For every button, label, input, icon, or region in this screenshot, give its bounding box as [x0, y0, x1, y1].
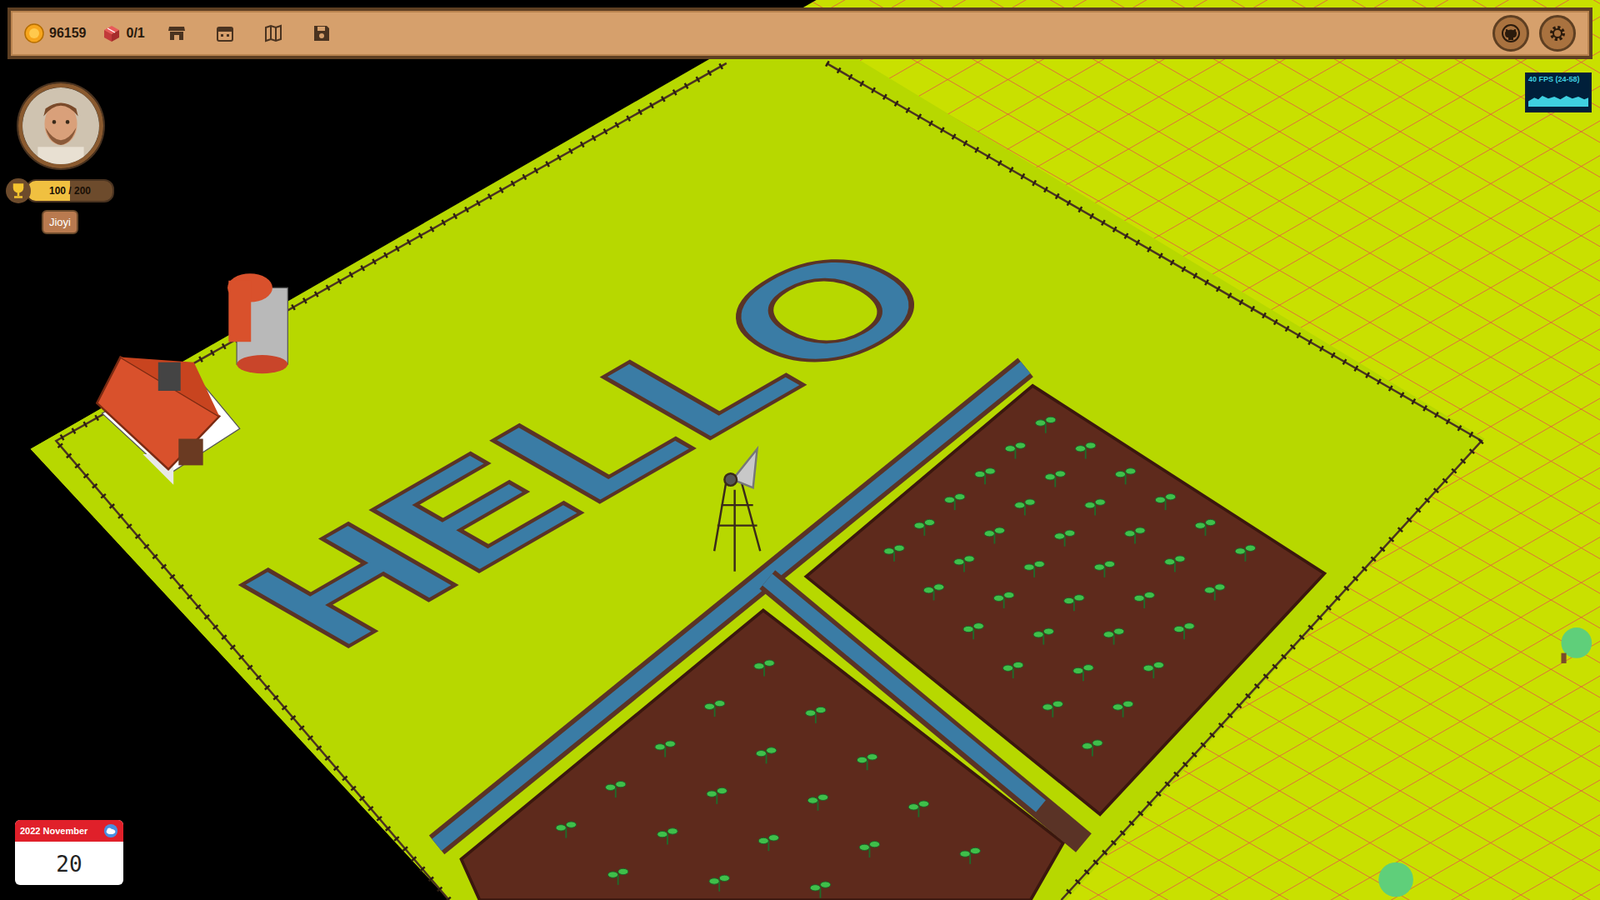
sprout[interactable] [1073, 665, 1094, 682]
game-screen: HELLO 96159 0/1 100 / 200 Jioyi 40 FPS (24-58… [0, 0, 1600, 900]
save-button[interactable] [305, 20, 339, 47]
sprout[interactable] [605, 780, 626, 798]
calendar-button[interactable] [208, 20, 242, 47]
sprout[interactable] [1045, 470, 1065, 488]
sprout[interactable] [1002, 661, 1023, 679]
calendar-day: 20 [15, 841, 124, 885]
sprout[interactable] [1054, 530, 1075, 547]
github-icon [1500, 23, 1521, 44]
sprout[interactable] [1082, 740, 1103, 757]
sprout[interactable] [1165, 555, 1185, 573]
sprout[interactable] [657, 828, 678, 845]
sprout[interactable] [1134, 591, 1155, 609]
save-icon [311, 23, 332, 44]
fence [55, 63, 1482, 900]
fps-graph [1528, 85, 1589, 107]
sprout[interactable] [1042, 700, 1063, 718]
sprout[interactable] [1125, 527, 1145, 545]
weather-icon [103, 823, 119, 839]
sprout[interactable] [709, 875, 730, 892]
tile-grid [0, 0, 1600, 900]
windmill[interactable] [714, 449, 760, 572]
coin-icon [24, 23, 45, 44]
silo[interactable] [227, 273, 288, 374]
sprout[interactable] [758, 835, 779, 852]
field-sign: HELLO [195, 220, 983, 673]
sprout[interactable] [755, 747, 776, 765]
sprout[interactable] [1195, 519, 1215, 536]
sprout[interactable] [963, 623, 984, 640]
sprout[interactable] [975, 468, 995, 485]
farm-map[interactable]: HELLO [0, 0, 1600, 900]
sprout[interactable] [923, 584, 944, 601]
sprout[interactable] [1094, 560, 1115, 578]
void [0, 0, 1600, 900]
sprout[interactable] [810, 881, 830, 899]
shop-icon [166, 23, 187, 44]
farmhouse[interactable] [96, 357, 240, 485]
sprout[interactable] [1235, 545, 1255, 562]
tree [1378, 862, 1414, 898]
shop-button[interactable] [160, 20, 194, 47]
sprout[interactable] [908, 800, 929, 818]
sprout[interactable] [1115, 468, 1135, 485]
farmer-portrait-icon [22, 87, 100, 165]
sprout[interactable] [856, 754, 877, 771]
crate-counter: 0/1 [101, 23, 145, 44]
date-widget[interactable]: 2022 November20 [15, 820, 124, 885]
sprout[interactable] [754, 660, 775, 677]
coin-counter: 96159 [24, 23, 87, 44]
farm-ground [30, 15, 1485, 900]
sprout[interactable] [993, 591, 1014, 609]
calendar-icon [215, 23, 235, 44]
sprout[interactable] [1085, 499, 1105, 516]
sprout[interactable] [1103, 628, 1124, 645]
sprout[interactable] [607, 868, 628, 885]
gear-icon [1547, 23, 1568, 44]
sprout[interactable] [1015, 499, 1035, 516]
sprout[interactable] [960, 847, 980, 865]
sprout[interactable] [1033, 628, 1054, 645]
map-icon [263, 23, 284, 44]
github-button[interactable] [1492, 15, 1530, 52]
sprout[interactable] [1143, 661, 1164, 679]
player-name: Jioyi [41, 210, 79, 235]
sprout[interactable] [1064, 595, 1085, 612]
sprout[interactable] [954, 555, 975, 573]
sprout[interactable] [1035, 416, 1056, 434]
map-button[interactable] [256, 20, 290, 47]
sprout[interactable] [984, 527, 1005, 545]
sprout[interactable] [1075, 442, 1095, 460]
sprout[interactable] [884, 545, 905, 562]
sprout[interactable] [1155, 494, 1175, 511]
player-avatar[interactable] [18, 83, 104, 169]
sprout[interactable] [859, 840, 880, 858]
sprout[interactable] [655, 740, 675, 758]
sprout[interactable] [914, 519, 935, 536]
tree [1560, 627, 1592, 664]
sprout[interactable] [1005, 442, 1025, 460]
outer-ground [30, 0, 1600, 900]
sprout[interactable] [944, 494, 965, 511]
sprout[interactable] [1174, 623, 1195, 640]
sprout[interactable] [706, 787, 727, 805]
top-bar: 96159 0/1 [7, 7, 1593, 60]
xp-bar: 100 / 200 [5, 178, 115, 204]
sprout[interactable] [807, 794, 828, 811]
sprout[interactable] [1112, 700, 1133, 718]
sprout[interactable] [1024, 560, 1045, 578]
fps-monitor: 40 FPS (24-58) [1525, 72, 1592, 113]
sprout[interactable] [555, 821, 576, 839]
sprout[interactable] [704, 700, 725, 717]
crate-icon [101, 23, 122, 44]
player-panel: 100 / 200 Jioyi [5, 83, 115, 235]
sprout[interactable] [1204, 584, 1225, 601]
settings-button[interactable] [1539, 15, 1576, 52]
trophy-icon [5, 178, 31, 204]
sprout[interactable] [805, 706, 826, 724]
